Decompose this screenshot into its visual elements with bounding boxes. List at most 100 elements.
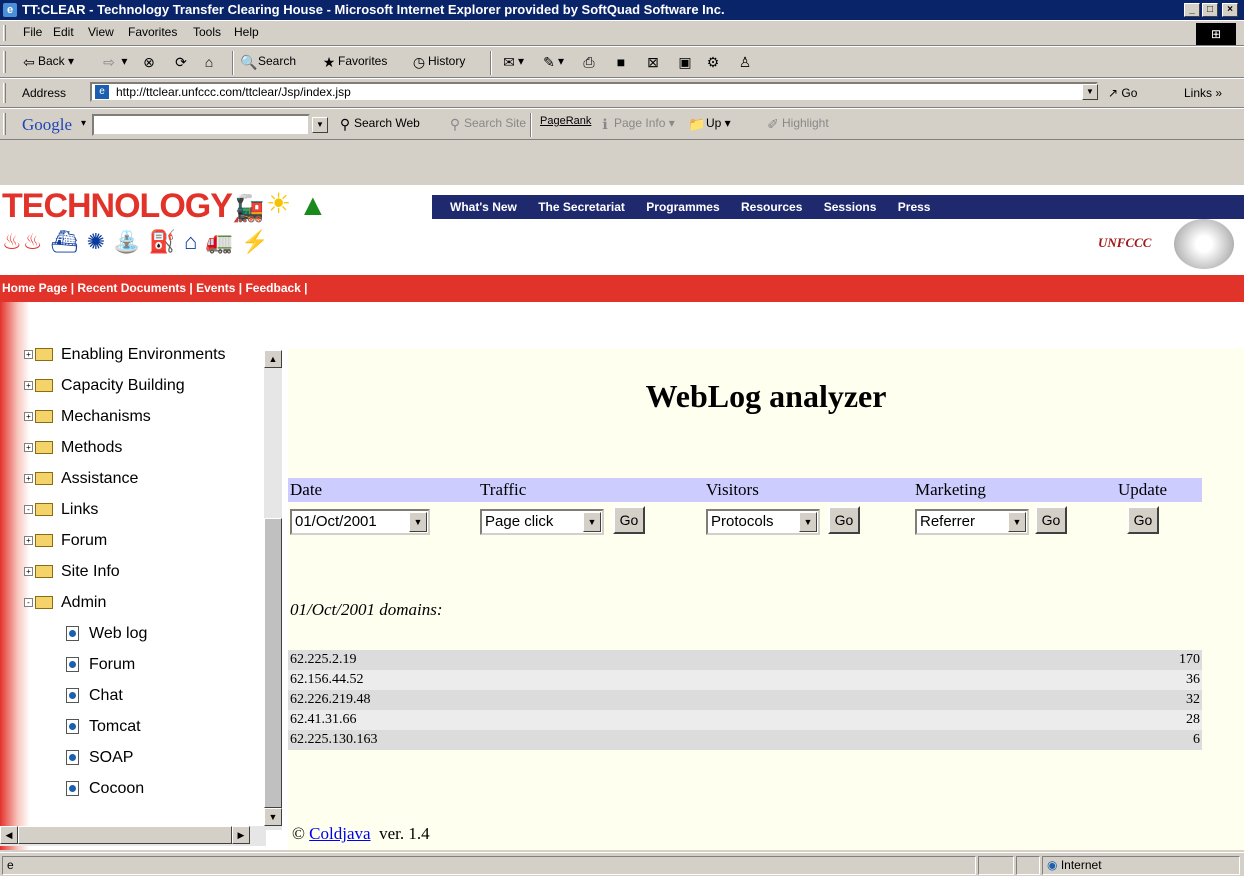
nav-whats-new[interactable]: What's New	[450, 200, 517, 214]
page-title: WebLog analyzer	[645, 378, 887, 414]
tree-leaf-cocoon[interactable]: Cocoon	[66, 780, 144, 798]
expand-icon[interactable]: +	[24, 567, 33, 577]
marketing-go-button[interactable]: Go	[1035, 506, 1067, 534]
train-icon: 🚂	[232, 193, 265, 223]
up-button[interactable]: 📁Up ▾	[688, 115, 730, 133]
hscroll-thumb[interactable]	[18, 826, 232, 844]
tree-item-admin[interactable]: - Admin	[24, 594, 106, 612]
tree-item-site-info[interactable]: + Site Info	[24, 563, 120, 581]
expand-icon[interactable]: +	[24, 536, 33, 546]
tree-item-links[interactable]: - Links	[24, 501, 98, 519]
scroll-right-icon[interactable]: ▶	[232, 826, 250, 844]
discuss-button[interactable]: ■	[612, 53, 630, 71]
traffic-go-button[interactable]: Go	[613, 506, 645, 534]
collapse-icon[interactable]: -	[24, 505, 33, 515]
favorites-button[interactable]: ★ Favorites	[320, 53, 388, 71]
sidebar-horizontal-scrollbar[interactable]: ◀ ▶	[0, 826, 266, 846]
coldjava-link[interactable]: Coldjava	[309, 824, 370, 843]
favorites-icon: ★	[322, 54, 336, 70]
document-icon	[66, 781, 79, 797]
tree-label: Tomcat	[89, 718, 141, 735]
nav-programmes[interactable]: Programmes	[646, 200, 719, 214]
research-button[interactable]: ▣	[676, 53, 694, 71]
sub-nav-links[interactable]: Home Page | Recent Documents | Events | …	[2, 281, 308, 295]
chevron-down-icon[interactable]: ▼	[409, 512, 427, 532]
search-button[interactable]: 🔍Search	[240, 53, 296, 71]
nav-resources[interactable]: Resources	[741, 200, 802, 214]
stop-button[interactable]: ⊗	[140, 53, 158, 71]
tree-leaf-chat[interactable]: Chat	[66, 687, 123, 705]
messenger-button[interactable]: ⊠	[644, 53, 662, 71]
unfccc-logo[interactable]: UNFCCC	[1098, 235, 1151, 251]
home-button[interactable]: ⌂	[200, 53, 218, 71]
nav-press[interactable]: Press	[898, 200, 931, 214]
address-dropdown[interactable]: ▼	[1082, 84, 1098, 100]
google-search-input[interactable]	[92, 114, 310, 136]
menu-tools[interactable]: Tools	[193, 25, 221, 39]
menu-edit[interactable]: Edit	[53, 25, 74, 39]
highlight-button[interactable]: ✐ Highlight	[764, 115, 829, 133]
minimize-button[interactable]: _	[1184, 3, 1200, 17]
forward-button[interactable]: ⇨ ▾	[100, 53, 127, 71]
nav-sessions[interactable]: Sessions	[824, 200, 877, 214]
mail-button[interactable]: ✉ ▾	[500, 53, 524, 71]
scroll-thumb[interactable]	[264, 518, 282, 808]
collapse-icon[interactable]: -	[24, 598, 33, 608]
expand-icon[interactable]: +	[24, 412, 33, 422]
date-select[interactable]: 01/Oct/2001 ▼	[290, 509, 430, 535]
edit-button[interactable]: ✎ ▾	[540, 53, 564, 71]
scroll-left-icon[interactable]: ◀	[0, 826, 18, 844]
menu-file[interactable]: File	[23, 25, 42, 39]
chevron-down-icon[interactable]: ▼	[1008, 512, 1026, 532]
tree-leaf-tomcat[interactable]: Tomcat	[66, 718, 141, 736]
visitors-select[interactable]: Protocols ▼	[706, 509, 820, 535]
google-logo[interactable]: Google	[22, 115, 72, 135]
address-input[interactable]: e http://ttclear.unfccc.com/ttclear/Jsp/…	[90, 82, 1098, 102]
tree-item-forum[interactable]: + Forum	[24, 532, 107, 550]
tree-label: Web log	[89, 625, 148, 642]
expand-icon[interactable]: +	[24, 350, 33, 360]
menu-help[interactable]: Help	[234, 25, 259, 39]
expand-icon[interactable]: +	[24, 474, 33, 484]
history-button[interactable]: ◷ History	[410, 53, 465, 71]
chevron-down-icon[interactable]: ▼	[799, 512, 817, 532]
traffic-select[interactable]: Page click ▼	[480, 509, 604, 535]
marketing-select[interactable]: Referrer ▼	[915, 509, 1029, 535]
scroll-down-icon[interactable]: ▼	[264, 808, 282, 826]
chevron-down-icon[interactable]: ▼	[583, 512, 601, 532]
google-menu-chevron-icon[interactable]: ▾	[81, 118, 86, 129]
google-search-dropdown[interactable]: ▼	[312, 117, 328, 133]
expand-icon[interactable]: +	[24, 381, 33, 391]
links-button[interactable]: Links »	[1184, 86, 1222, 100]
menu-view[interactable]: View	[88, 25, 114, 39]
info-icon: ℹ	[602, 116, 608, 132]
tree-item-assistance[interactable]: + Assistance	[24, 470, 138, 488]
scroll-up-icon[interactable]: ▲	[264, 350, 282, 368]
back-button[interactable]: ⇦ Back ▾	[20, 53, 74, 71]
close-button[interactable]: ×	[1222, 3, 1238, 17]
visitors-go-button[interactable]: Go	[828, 506, 860, 534]
maximize-button[interactable]: □	[1202, 3, 1218, 17]
technology-logo[interactable]: TECHNOLOGY	[2, 187, 233, 226]
menu-favorites[interactable]: Favorites	[128, 25, 177, 39]
document-icon	[66, 688, 79, 704]
refresh-button[interactable]: ⟳	[172, 53, 190, 71]
go-button[interactable]: ↗ Go	[1108, 86, 1137, 100]
user-button[interactable]: ♙	[736, 53, 754, 71]
print-button[interactable]: ⎙	[580, 53, 598, 71]
sidebar-vertical-scrollbar[interactable]: ▲ ▼	[264, 350, 282, 830]
nav-secretariat[interactable]: The Secretariat	[538, 200, 625, 214]
tree-leaf-forum[interactable]: Forum	[66, 656, 135, 674]
search-web-button[interactable]: ⚲ Search Web	[336, 115, 420, 133]
search-site-button[interactable]: ⚲ Search Site	[446, 115, 526, 133]
tree-item-capacity-building[interactable]: + Capacity Building	[24, 377, 185, 395]
update-go-button[interactable]: Go	[1127, 506, 1159, 534]
tree-leaf-soap[interactable]: SOAP	[66, 749, 133, 767]
media-button[interactable]: ⚙	[704, 53, 722, 71]
tree-item-enabling-environments[interactable]: + Enabling Environments	[24, 346, 226, 364]
tree-leaf-web-log[interactable]: Web log	[66, 625, 147, 643]
tree-item-methods[interactable]: + Methods	[24, 439, 122, 457]
expand-icon[interactable]: +	[24, 443, 33, 453]
page-info-button[interactable]: ℹ Page Info ▾	[596, 115, 674, 133]
tree-item-mechanisms[interactable]: + Mechanisms	[24, 408, 151, 426]
